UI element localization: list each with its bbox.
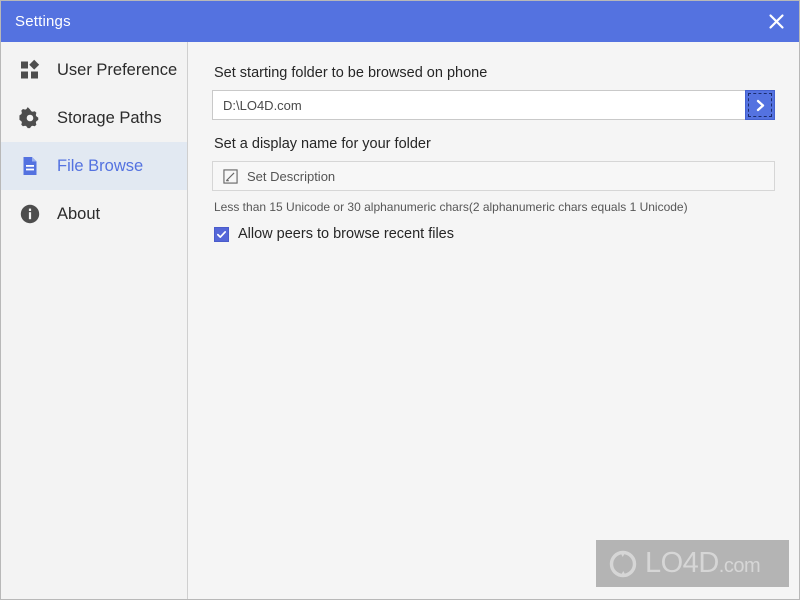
title-bar: Settings (1, 1, 799, 42)
window-title: Settings (15, 13, 71, 30)
sidebar-item-file-browse[interactable]: File Browse (1, 142, 187, 190)
sidebar-item-about[interactable]: About (1, 190, 187, 238)
close-icon (768, 13, 785, 30)
grid-squares-icon (15, 55, 45, 85)
sidebar-item-label: User Preference (57, 60, 178, 79)
watermark-brand: LO4D (645, 547, 719, 579)
starting-folder-row (212, 90, 775, 120)
close-button[interactable] (751, 1, 799, 42)
set-description-text: Set Description (247, 168, 336, 184)
sidebar-item-label: Storage Paths (57, 108, 162, 127)
starting-folder-label: Set starting folder to be browsed on pho… (214, 65, 488, 81)
sidebar-nav: User Preference Storage Paths File Brows… (1, 42, 188, 599)
settings-content-panel: Set starting folder to be browsed on pho… (188, 42, 799, 599)
refresh-cycle-icon (607, 548, 639, 580)
allow-peers-checkbox[interactable] (214, 226, 229, 242)
chevron-right-icon (754, 98, 767, 113)
watermark-text: LO4D.com (645, 547, 761, 579)
settings-window: Settings User Preference Storage Paths F… (0, 0, 800, 600)
sidebar-item-storage-paths[interactable]: Storage Paths (1, 94, 187, 142)
sidebar-item-label: File Browse (57, 156, 144, 175)
info-circle-icon (15, 199, 45, 229)
sidebar-item-label: About (57, 204, 101, 223)
allow-peers-checkbox-row[interactable]: Allow peers to browse recent files (214, 226, 775, 242)
display-name-label: Set a display name for your folder (214, 136, 431, 152)
watermark-suffix: .com (718, 555, 761, 577)
sidebar-item-user-preference[interactable]: User Preference (1, 46, 187, 94)
helper-text: Less than 15 Unicode or 30 alphanumeric … (214, 200, 688, 214)
watermark-logo: LO4D.com (596, 540, 789, 587)
set-description-field[interactable]: Set Description (212, 161, 775, 191)
starting-folder-input[interactable] (212, 90, 745, 120)
pencil-edit-icon (222, 168, 238, 184)
checkmark-icon (216, 229, 227, 240)
browse-folder-button[interactable] (745, 90, 775, 120)
gear-icon (15, 103, 45, 133)
document-icon (15, 151, 45, 181)
allow-peers-label: Allow peers to browse recent files (238, 226, 454, 242)
window-body: User Preference Storage Paths File Brows… (1, 42, 799, 599)
